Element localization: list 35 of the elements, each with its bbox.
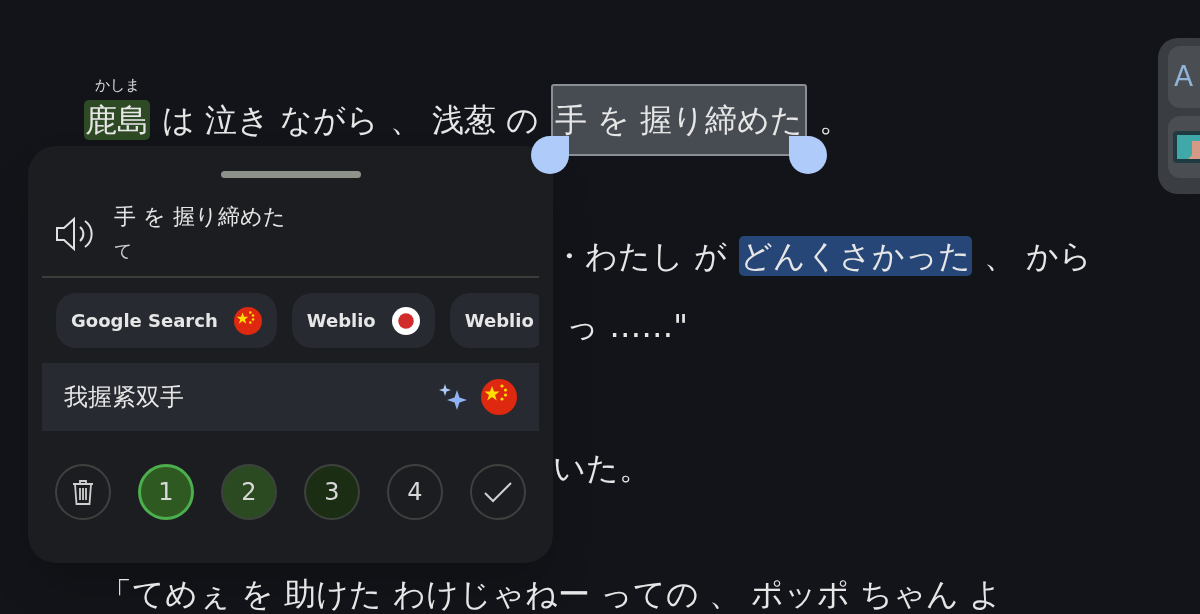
selection-handle[interactable] <box>789 136 828 174</box>
translation-text: 我握紧双手 <box>64 382 185 413</box>
text-line: は 泣き ながら 、 浅葱 の <box>162 100 539 140</box>
drag-handle[interactable] <box>220 171 361 178</box>
highlighted-word[interactable]: 鹿島 <box>84 100 150 140</box>
selection-handle[interactable] <box>530 136 569 174</box>
delete-button[interactable] <box>55 464 111 520</box>
sparkle-icon[interactable] <box>439 382 469 412</box>
sentence-text: 手 を 握り締めた <box>114 203 286 231</box>
grade-button[interactable]: 1 <box>138 464 194 520</box>
highlighted-word[interactable]: 手 を 握り締めた <box>550 84 808 156</box>
highlighted-word[interactable]: どんくさかった <box>739 236 973 276</box>
text-line: っ ……" <box>566 306 688 346</box>
dictionary-chip[interactable]: Google Search <box>56 293 277 348</box>
text-line: 。 <box>819 100 852 140</box>
furigana: かしま <box>93 76 141 94</box>
flag-icon <box>233 306 262 335</box>
flag-icon <box>481 379 517 415</box>
trash-icon <box>71 478 95 506</box>
grade-button[interactable]: 3 <box>304 464 360 520</box>
flag-icon <box>391 306 420 335</box>
text-line: 、 から <box>984 236 1093 276</box>
dictionary-chip[interactable]: Weblio <box>449 293 539 348</box>
dictionary-chip[interactable]: Weblio <box>291 293 435 348</box>
confirm-button[interactable] <box>470 464 526 520</box>
side-button[interactable]: A <box>1168 46 1200 108</box>
grade-button[interactable]: 2 <box>221 464 277 520</box>
check-icon <box>483 480 513 504</box>
reading-text: て <box>114 239 133 263</box>
text-line: 「てめぇ を 助けた わけじゃねー っての 、 ポッポ ちゃん よ <box>100 574 1003 614</box>
text-line: いた。 <box>553 448 651 488</box>
tablet-icon <box>1172 129 1200 165</box>
translation-row[interactable]: 我握紧双手 <box>42 363 539 431</box>
grade-button[interactable]: 4 <box>387 464 443 520</box>
text-line: ・わたし が <box>553 236 728 276</box>
